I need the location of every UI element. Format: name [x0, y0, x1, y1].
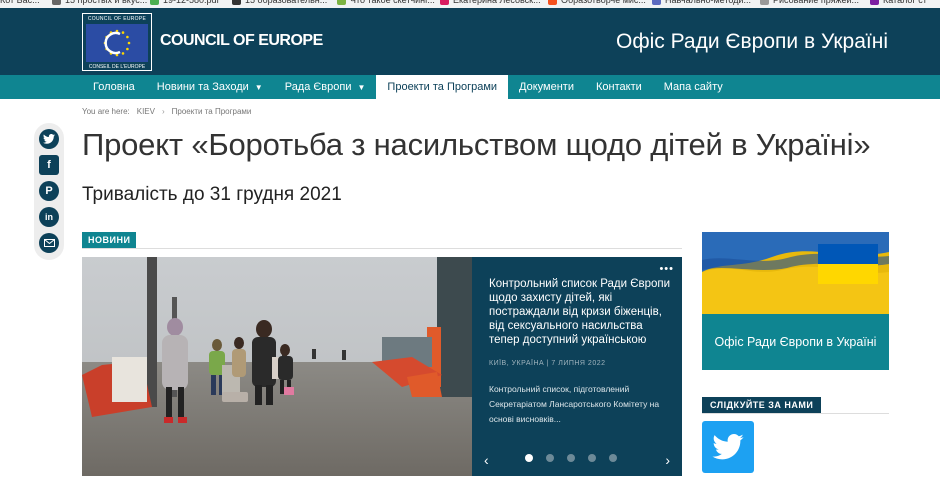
- more-icon[interactable]: •••: [659, 263, 674, 275]
- slider-dot[interactable]: [525, 454, 533, 462]
- slide-meta: КИЇВ, УКРАЇНА | 7 ЛИПНЯ 2022: [489, 360, 606, 367]
- follow-us-tag: СЛІДКУЙТЕ ЗА НАМИ: [702, 397, 822, 413]
- bookmark-item[interactable]: 19-12-580.pdf: [150, 0, 219, 5]
- bookmark-item[interactable]: Навчально-методи...: [652, 0, 751, 5]
- nav-item-contacts[interactable]: Контакти: [585, 75, 653, 99]
- office-title: Офіс Ради Європи в Україні: [616, 30, 888, 53]
- bookmark-favicon-icon: [232, 0, 241, 5]
- email-icon[interactable]: [39, 233, 59, 253]
- slider-next-arrow-icon[interactable]: ›: [665, 452, 670, 468]
- divider: [82, 248, 682, 249]
- bookmark-favicon-icon: [150, 0, 159, 5]
- bookmark-item[interactable]: Кот Вас...: [0, 0, 40, 5]
- nav-label: Рада Європи: [284, 81, 352, 93]
- bookmark-item[interactable]: 15 образовательн...: [232, 0, 327, 5]
- slider-dots: [525, 454, 617, 462]
- nav-item-council-of-europe[interactable]: Рада Європи ▼: [274, 75, 377, 99]
- project-duration: Тривалість до 31 грудня 2021: [82, 184, 342, 205]
- bookmark-label: Екатерина Лесовск...: [453, 0, 541, 5]
- nav-label: Головна: [93, 81, 135, 93]
- bookmark-label: Каталог ст: [883, 0, 927, 5]
- bookmark-label: Образотворче мис...: [561, 0, 646, 5]
- social-share-bar: f P in: [34, 123, 64, 260]
- pinterest-icon[interactable]: P: [39, 181, 59, 201]
- slide-title[interactable]: Контрольний список Ради Європи щодо захи…: [489, 277, 671, 347]
- bookmark-label: Кот Вас...: [0, 0, 40, 5]
- breadcrumb-item-kiev[interactable]: KIEV: [137, 107, 155, 116]
- bookmark-item[interactable]: 15 простых и вкус...: [52, 0, 147, 5]
- logo-bottom-text: CONSEIL DE L'EUROPE: [88, 64, 146, 70]
- news-slider[interactable]: ••• Контрольний список Ради Європи щодо …: [82, 257, 682, 476]
- nav-item-news-events[interactable]: Новини та Заходи ▼: [146, 75, 274, 99]
- bookmark-favicon-icon: [337, 0, 346, 5]
- breadcrumb-prefix: You are here:: [82, 107, 130, 116]
- bookmark-favicon-icon: [760, 0, 769, 5]
- slider-dot[interactable]: [546, 454, 554, 462]
- bookmark-label: Рисование пряжей...: [773, 0, 860, 5]
- bookmarks-bar: Кот Вас... 15 простых и вкус... 19-12-580.…: [0, 0, 940, 8]
- linkedin-icon[interactable]: in: [39, 207, 59, 227]
- twitter-bird-icon: [712, 434, 744, 460]
- eu-stars-flag-icon: [86, 24, 148, 62]
- bookmark-label: 15 простых и вкус...: [65, 0, 148, 5]
- slider-dot[interactable]: [567, 454, 575, 462]
- bookmark-favicon-icon: [652, 0, 661, 5]
- org-name[interactable]: COUNCIL OF EUROPE: [160, 32, 323, 50]
- logo-top-text: COUNCIL OF EUROPE: [87, 16, 147, 22]
- bookmark-favicon-icon: [52, 0, 61, 5]
- bookmark-favicon-icon: [870, 0, 879, 5]
- bookmark-item[interactable]: Екатерина Лесовск...: [440, 0, 541, 5]
- bookmark-label: Что такое скетчинг...: [350, 0, 435, 5]
- nav-label: Мапа сайту: [663, 81, 723, 93]
- slider-dot[interactable]: [609, 454, 617, 462]
- bookmark-item[interactable]: Каталог ст: [870, 0, 927, 5]
- divider: [702, 413, 889, 414]
- ukraine-office-caption: Офіс Ради Європи в Україні: [714, 335, 877, 349]
- bookmark-label: Навчально-методи...: [665, 0, 751, 5]
- nav-label: Новини та Заходи: [156, 81, 249, 93]
- slider-dot[interactable]: [588, 454, 596, 462]
- news-photo[interactable]: [82, 257, 472, 476]
- facebook-icon[interactable]: f: [39, 155, 59, 175]
- twitter-icon[interactable]: [39, 129, 59, 149]
- caret-down-icon: ▼: [254, 82, 263, 92]
- nav-item-projects[interactable]: Проекти та Програми: [376, 75, 509, 99]
- slide-caption-panel: ••• Контрольний список Ради Європи щодо …: [472, 257, 682, 476]
- ukraine-flag-image: [702, 232, 889, 314]
- nav-label: Документи: [519, 81, 574, 93]
- bookmark-item[interactable]: Образотворче мис...: [548, 0, 646, 5]
- bookmark-label: 19-12-580.pdf: [163, 0, 220, 5]
- bookmark-favicon-icon: [440, 0, 449, 5]
- breadcrumb-item-projects[interactable]: Проекти та Програми: [172, 107, 252, 116]
- bookmark-item[interactable]: Рисование пряжей...: [760, 0, 859, 5]
- main-nav: Головна Новини та Заходи ▼ Рада Європи ▼ П…: [0, 75, 940, 99]
- nav-label: Проекти та Програми: [387, 81, 498, 93]
- news-section-tag: НОВИНИ: [82, 232, 137, 248]
- slide-description: Контрольний список, підготовлений Секрет…: [489, 384, 660, 424]
- twitter-follow-button[interactable]: [702, 421, 754, 473]
- caret-down-icon: ▼: [357, 82, 366, 92]
- breadcrumb: You are here: KIEV › Проекти та Програми: [82, 107, 251, 116]
- nav-item-home[interactable]: Головна: [82, 75, 146, 99]
- bookmark-label: 15 образовательн...: [245, 0, 328, 5]
- bookmark-item[interactable]: Что такое скетчинг...: [337, 0, 435, 5]
- nav-item-documents[interactable]: Документи: [508, 75, 585, 99]
- nav-item-sitemap[interactable]: Мапа сайту: [653, 75, 734, 99]
- page-title: Проект «Боротьба з насильством щодо діте…: [82, 127, 871, 162]
- slider-prev-arrow-icon[interactable]: ‹: [484, 452, 489, 468]
- council-of-europe-logo[interactable]: COUNCIL OF EUROPE CONSEIL DE L'EUROPE: [82, 13, 152, 71]
- ukraine-office-card[interactable]: Офіс Ради Європи в Україні: [702, 232, 889, 370]
- bookmark-favicon-icon: [548, 0, 557, 5]
- nav-label: Контакти: [596, 81, 642, 93]
- site-header: COUNCIL OF EUROPE CONSEIL DE L'EUROPE CO…: [0, 8, 940, 75]
- breadcrumb-separator: ›: [161, 107, 165, 116]
